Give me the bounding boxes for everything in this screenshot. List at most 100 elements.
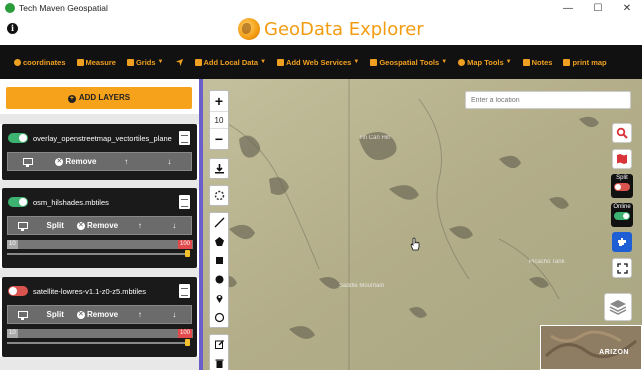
opacity-min-label: 10 xyxy=(7,240,18,249)
app-header: i GeoData Explorer xyxy=(0,16,642,45)
layers-switcher-button[interactable] xyxy=(604,293,632,321)
slider-line xyxy=(7,342,189,344)
menu-measure[interactable]: Measure xyxy=(76,58,116,67)
document-icon[interactable] xyxy=(179,195,190,209)
move-up-button[interactable]: ↑ xyxy=(122,310,157,319)
tools-icon xyxy=(370,58,378,66)
location-search-input[interactable] xyxy=(465,91,631,109)
draw-toolbar xyxy=(209,212,229,328)
menu-notes[interactable]: Notes xyxy=(522,58,552,67)
draw-polygon-button[interactable] xyxy=(210,232,228,251)
opacity-track xyxy=(7,329,193,338)
minimap[interactable]: ARIZON xyxy=(540,325,642,370)
slider-handle[interactable] xyxy=(185,339,190,346)
map-canvas[interactable]: Tin Can Hill Saddle Mountain Picacho Tan… xyxy=(199,79,642,370)
layer-visibility-toggle[interactable] xyxy=(8,133,28,143)
map-place-label: Tin Can Hill xyxy=(359,135,390,141)
edit-toolbar xyxy=(209,334,229,370)
split-layer-button[interactable]: Split xyxy=(38,221,73,230)
arrow-down-icon: ↓ xyxy=(167,157,172,166)
menu-map-tools[interactable]: Map Tools ▼ xyxy=(458,58,512,67)
split-layer-button[interactable]: Split xyxy=(38,310,73,319)
arrow-up-icon: ↑ xyxy=(124,157,129,166)
menu-print-map[interactable]: print map xyxy=(563,58,607,67)
toggle-knob xyxy=(19,134,27,142)
arrow-down-icon: ↓ xyxy=(172,310,177,319)
move-up-button[interactable]: ↑ xyxy=(104,157,147,166)
caret-down-icon: ▼ xyxy=(441,59,448,65)
layer-name: satellite-lowres-v1.1-z0-z5.mbtiles xyxy=(33,286,146,296)
fullscreen-button[interactable] xyxy=(612,258,632,278)
move-down-button[interactable]: ↓ xyxy=(158,310,191,319)
zoom-level: 10 xyxy=(210,111,228,129)
online-label: Online xyxy=(613,204,631,210)
layer-card-satellite-lowres: satellite-lowres-v1.1-z0-z5.mbtiles Spli… xyxy=(2,277,197,357)
hand-cursor-icon xyxy=(410,237,420,251)
spinner-icon xyxy=(210,186,228,205)
draw-circlemarker-button[interactable] xyxy=(210,308,228,327)
remove-layer-button[interactable]: ✕ Remove xyxy=(73,221,122,230)
move-up-button[interactable]: ↑ xyxy=(122,221,157,230)
app-logo-icon xyxy=(5,3,15,13)
x-circle-icon: ✕ xyxy=(76,221,85,230)
toggle-knob xyxy=(623,213,629,219)
move-down-button[interactable]: ↓ xyxy=(148,157,191,166)
minimize-button[interactable]: — xyxy=(555,0,581,16)
delete-layers-button[interactable] xyxy=(210,354,228,370)
add-layers-button[interactable]: + ADD LAYERS xyxy=(6,87,192,109)
split-toggle[interactable]: Split xyxy=(611,174,633,198)
draw-rectangle-button[interactable] xyxy=(210,251,228,270)
zoom-to-layer-button[interactable] xyxy=(8,222,38,231)
trash-icon xyxy=(215,359,223,368)
window-title: Tech Maven Geospatial xyxy=(19,3,108,13)
search-button[interactable] xyxy=(612,123,632,143)
print-icon xyxy=(563,58,571,66)
remove-layer-button[interactable]: ✕ Remove xyxy=(73,310,122,319)
opacity-slider[interactable]: 10 100 xyxy=(7,326,193,350)
location-arrow-icon xyxy=(175,58,183,66)
slider-handle[interactable] xyxy=(185,250,190,257)
loading-button[interactable] xyxy=(209,185,229,206)
edit-layers-button[interactable] xyxy=(210,335,228,354)
plugin-button[interactable] xyxy=(612,232,632,252)
split-switch[interactable] xyxy=(614,183,630,191)
menu-add-local-data[interactable]: Add Local Data ▼ xyxy=(194,58,266,67)
menu-add-web-services[interactable]: Add Web Services ▼ xyxy=(277,58,359,67)
globe-logo-icon xyxy=(238,18,260,40)
maximize-button[interactable]: ☐ xyxy=(585,0,611,16)
zoom-out-button[interactable]: − xyxy=(210,129,228,149)
opacity-max-label: 100 xyxy=(177,329,192,338)
menu-grids[interactable]: Grids ▼ xyxy=(126,58,164,67)
circle-icon xyxy=(215,275,223,284)
remove-layer-button[interactable]: ✕ Remove xyxy=(47,157,104,166)
x-circle-icon: ✕ xyxy=(76,310,85,319)
draw-circle-button[interactable] xyxy=(210,270,228,289)
arrow-up-icon: ↑ xyxy=(137,221,142,230)
zoom-to-layer-button[interactable] xyxy=(8,158,47,167)
zoom-in-button[interactable]: + xyxy=(210,91,228,111)
document-icon[interactable] xyxy=(179,284,190,298)
menu-geospatial-tools[interactable]: Geospatial Tools ▼ xyxy=(370,58,447,67)
plus-circle-icon: + xyxy=(67,95,76,103)
toggle-knob xyxy=(9,287,17,295)
marker-icon xyxy=(216,295,222,303)
menu-locate[interactable] xyxy=(175,58,184,67)
basemap-button[interactable] xyxy=(612,149,632,169)
move-down-button[interactable]: ↓ xyxy=(158,221,191,230)
close-button[interactable]: ✕ xyxy=(614,0,640,16)
opacity-slider[interactable]: 10 100 xyxy=(7,237,193,261)
zoom-to-layer-button[interactable] xyxy=(8,311,38,320)
download-button[interactable] xyxy=(209,158,229,179)
layer-visibility-toggle[interactable] xyxy=(8,197,28,207)
caret-down-icon: ▼ xyxy=(505,59,512,65)
draw-marker-button[interactable] xyxy=(210,289,228,308)
info-icon[interactable]: i xyxy=(7,23,18,34)
online-switch[interactable] xyxy=(614,212,630,220)
window-titlebar: Tech Maven Geospatial xyxy=(0,0,642,16)
menu-coordinates[interactable]: coordinates xyxy=(14,58,66,67)
layer-card-osm-hillshades: osm_hilshades.mbtiles Split ✕ Remove ↑ ↓ … xyxy=(2,188,197,268)
online-toggle[interactable]: Online xyxy=(611,203,633,227)
layer-visibility-toggle[interactable] xyxy=(8,286,28,296)
draw-polyline-button[interactable] xyxy=(210,213,228,232)
document-icon[interactable] xyxy=(179,131,190,145)
